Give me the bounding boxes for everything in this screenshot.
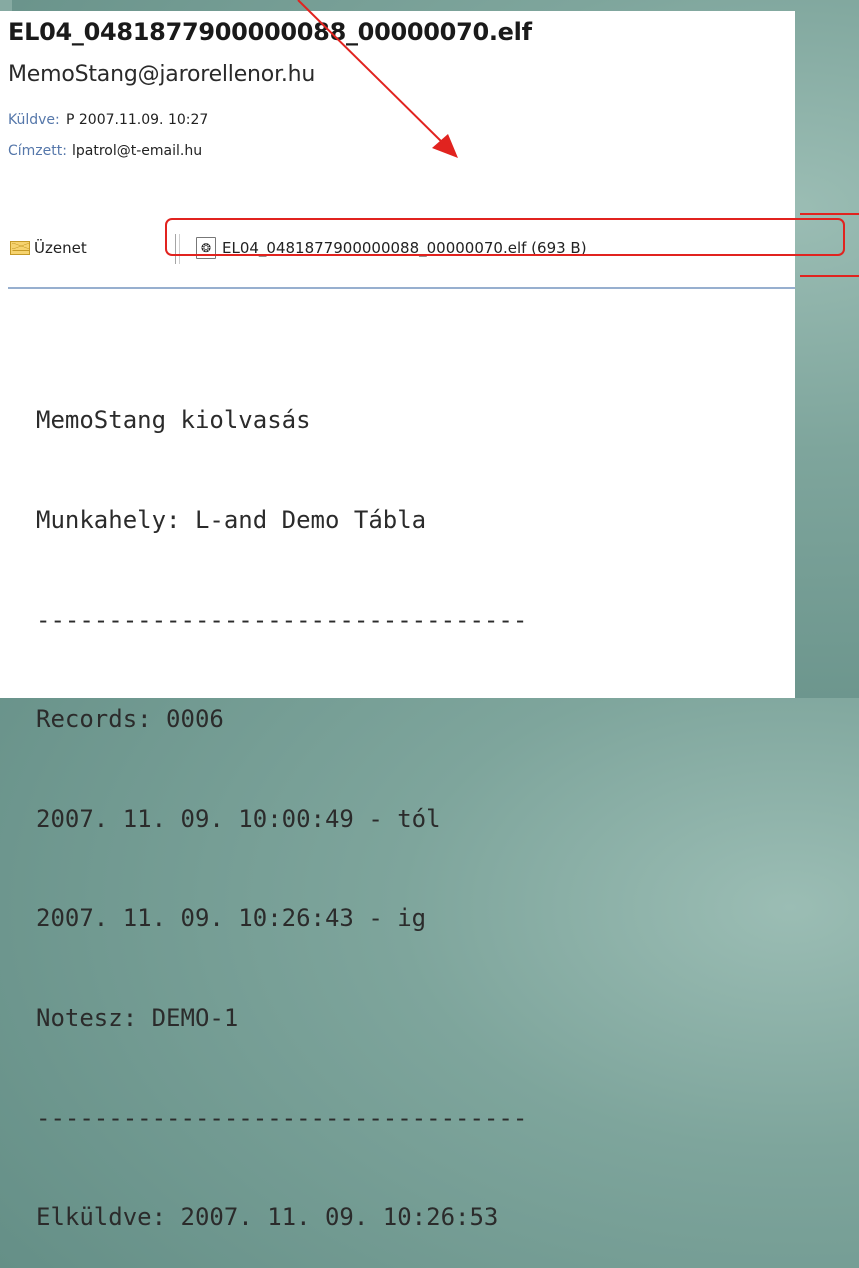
sent-label: Küldve:: [8, 112, 60, 128]
message-tab[interactable]: Üzenet: [10, 234, 87, 262]
body-line: 2007. 11. 09. 10:26:43 - ig: [36, 904, 427, 933]
to-row: Címzett: lpatrol@t-email.hu: [8, 143, 202, 159]
body-line: Records: 0006: [36, 705, 224, 734]
email-body: MemoStang kiolvasás Munkahely: L-and Dem…: [36, 338, 527, 1268]
email-sender[interactable]: MemoStang@jarorellenor.hu: [8, 62, 315, 87]
annotation-box-top-edge: [800, 213, 859, 215]
body-line: Notesz: DEMO-1: [36, 1004, 239, 1033]
annotation-box-bottom-edge: [800, 275, 859, 277]
message-tab-label: Üzenet: [34, 239, 87, 257]
body-line: ----------------------------------: [36, 1103, 528, 1132]
to-value[interactable]: lpatrol@t-email.hu: [72, 143, 202, 159]
sent-value: P 2007.11.09. 10:27: [66, 112, 209, 128]
body-line: MemoStang kiolvasás: [36, 406, 311, 435]
email-subject: EL04_0481877900000088_00000070.elf: [8, 18, 532, 46]
body-line: Munkahely: L-and Demo Tábla: [36, 506, 427, 535]
sent-row: Küldve: P 2007.11.09. 10:27: [8, 112, 208, 128]
body-line: 2007. 11. 09. 10:00:49 - tól: [36, 804, 441, 833]
annotation-highlight-box: [165, 218, 845, 256]
envelope-icon: [10, 241, 30, 255]
header-divider: [8, 287, 795, 289]
body-line: ----------------------------------: [36, 605, 528, 634]
to-label: Címzett:: [8, 143, 67, 159]
body-line: Elküldve: 2007. 11. 09. 10:26:53: [36, 1203, 499, 1232]
